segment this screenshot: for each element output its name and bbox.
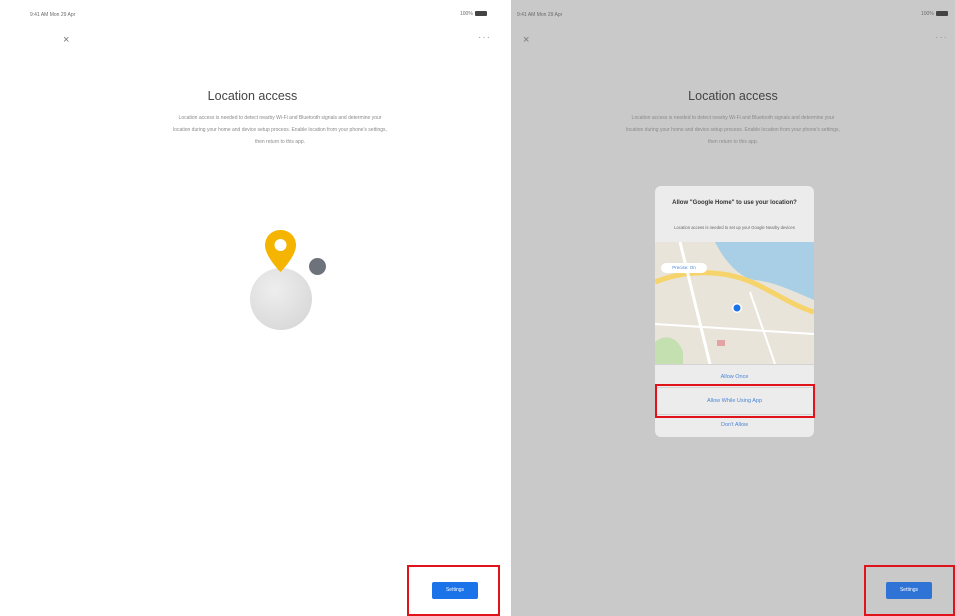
- page-title: Location access: [688, 89, 778, 103]
- description-line: then return to this app.: [707, 139, 759, 145]
- description-line: location during your home and device set…: [626, 127, 840, 133]
- more-options-icon[interactable]: ···: [935, 32, 948, 43]
- gray-dot-illustration: [309, 258, 326, 275]
- description-line: location during your home and device set…: [173, 127, 387, 133]
- status-bar-right: 100%: [921, 11, 948, 17]
- status-bar-time: 9:41 AM Mon 29 Apr: [517, 12, 563, 18]
- precise-location-chip[interactable]: Precise: On: [661, 263, 707, 273]
- dialog-title: Allow "Google Home" to use your location…: [672, 200, 797, 206]
- location-pin-icon: [265, 230, 296, 272]
- battery-percent: 100%: [460, 11, 473, 17]
- highlight-box-allow-while-using: [655, 384, 815, 418]
- dialog-message: Location access is needed to set up your…: [674, 225, 795, 230]
- description-line: Location access is needed to detect near…: [178, 115, 382, 121]
- battery-icon: [474, 11, 487, 17]
- close-icon: ×: [523, 34, 530, 46]
- page-description: Location access is needed to detect near…: [525, 112, 941, 148]
- page-title: Location access: [207, 89, 298, 103]
- screen-location-access: 9:41 AM Mon 29 Apr 100% × ··· Location a…: [0, 0, 505, 616]
- close-icon: ×: [63, 34, 70, 46]
- page-description: Location access is needed to detect near…: [60, 112, 500, 148]
- status-bar-right: 100%: [460, 11, 487, 17]
- highlight-box-settings: [864, 565, 955, 616]
- close-button[interactable]: ×: [63, 34, 69, 46]
- dialog-separator: [655, 364, 814, 365]
- dont-allow-button[interactable]: Don't Allow: [655, 416, 814, 434]
- description-line: Location access is needed to detect near…: [631, 115, 835, 121]
- device-disc-illustration: [250, 268, 312, 330]
- precise-location-label: Precise: On: [672, 265, 696, 270]
- more-options-icon[interactable]: ···: [478, 32, 491, 43]
- battery-icon: [935, 11, 948, 17]
- status-bar-time: 9:41 AM Mon 29 Apr: [30, 12, 76, 18]
- close-button[interactable]: ×: [523, 34, 529, 46]
- location-map-preview: [655, 242, 814, 364]
- highlight-box-settings: [407, 565, 500, 616]
- battery-percent: 100%: [921, 11, 934, 17]
- description-line: then return to this app.: [254, 139, 306, 145]
